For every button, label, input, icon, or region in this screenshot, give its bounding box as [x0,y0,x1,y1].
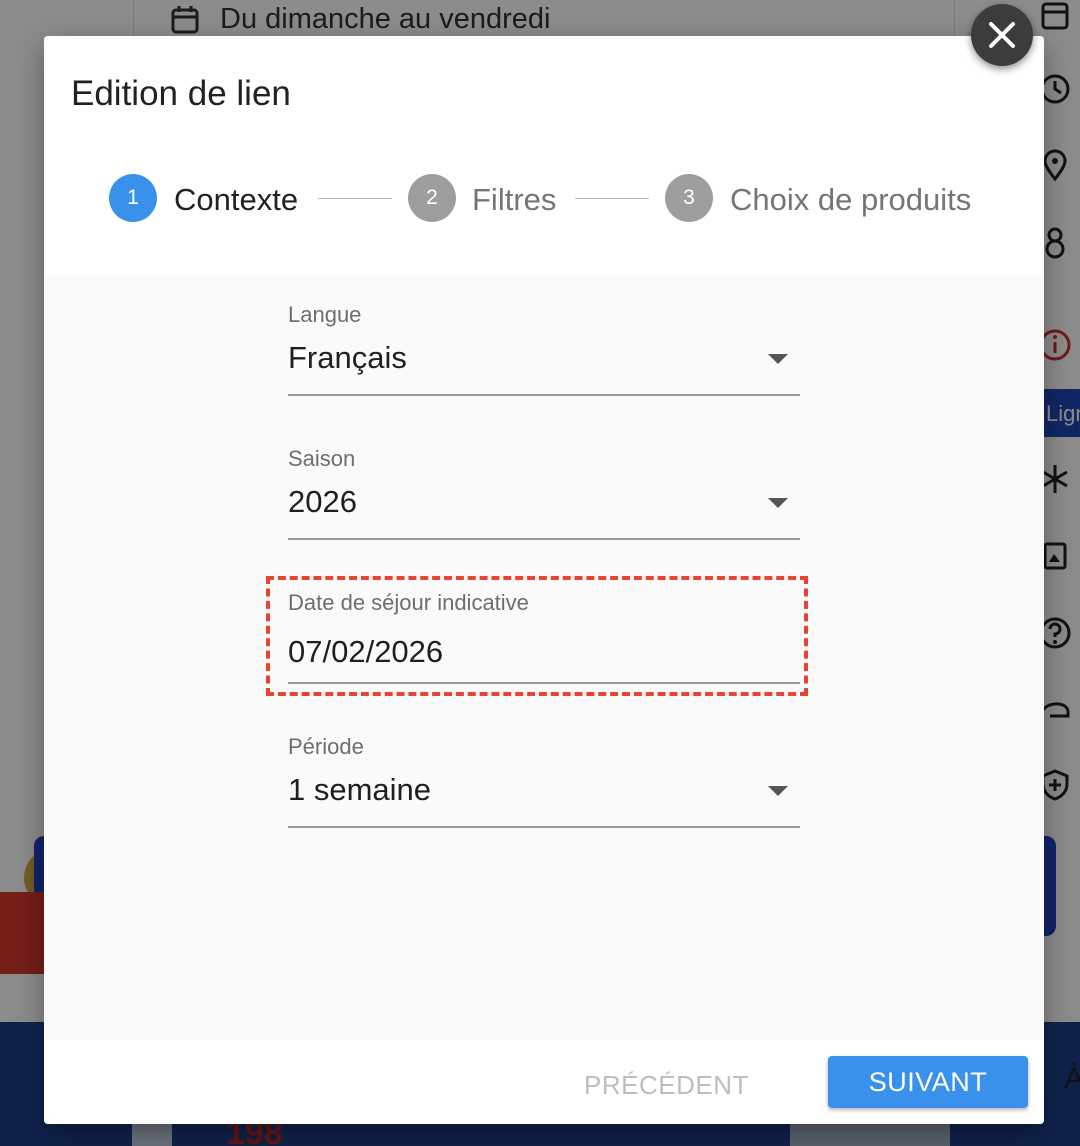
step-1-label[interactable]: Contexte [174,182,298,218]
step-1-number[interactable]: 1 [109,174,157,222]
dialog-title: Edition de lien [71,74,291,113]
step-3-label[interactable]: Choix de produits [730,182,971,218]
step-2-label[interactable]: Filtres [472,182,556,218]
langue-select[interactable]: Langue Français [288,302,800,396]
dropdown-arrow-icon[interactable] [768,354,788,364]
dropdown-arrow-icon[interactable] [768,786,788,796]
close-button[interactable] [971,4,1033,66]
step-connector [575,198,649,199]
highlight-annotation [266,576,808,696]
field-underline [288,826,800,828]
stepper: 1 Contexte 2 Filtres 3 Choix de produits [44,174,1044,224]
saison-select[interactable]: Saison 2026 [288,446,800,540]
dialog-footer: PRÉCÉDENT SUIVANT [44,1040,1044,1124]
periode-label: Période [288,734,364,759]
periode-value[interactable]: 1 semaine [288,772,431,808]
step-2-number[interactable]: 2 [408,174,456,222]
saison-label: Saison [288,446,356,471]
langue-label: Langue [288,302,362,327]
step-3-number[interactable]: 3 [665,174,713,222]
dialog-header: Edition de lien 1 Contexte 2 Filtres 3 C… [44,36,1044,276]
next-button[interactable]: SUIVANT [828,1056,1028,1108]
edit-link-dialog: Edition de lien 1 Contexte 2 Filtres 3 C… [44,36,1044,1124]
saison-value[interactable]: 2026 [288,484,357,520]
previous-button[interactable]: PRÉCÉDENT [584,1070,749,1101]
field-underline [288,538,800,540]
langue-value[interactable]: Français [288,340,407,376]
step-connector [318,198,392,199]
close-icon[interactable] [986,19,1018,51]
field-underline [288,394,800,396]
dropdown-arrow-icon[interactable] [768,498,788,508]
periode-select[interactable]: Période 1 semaine [288,734,800,828]
